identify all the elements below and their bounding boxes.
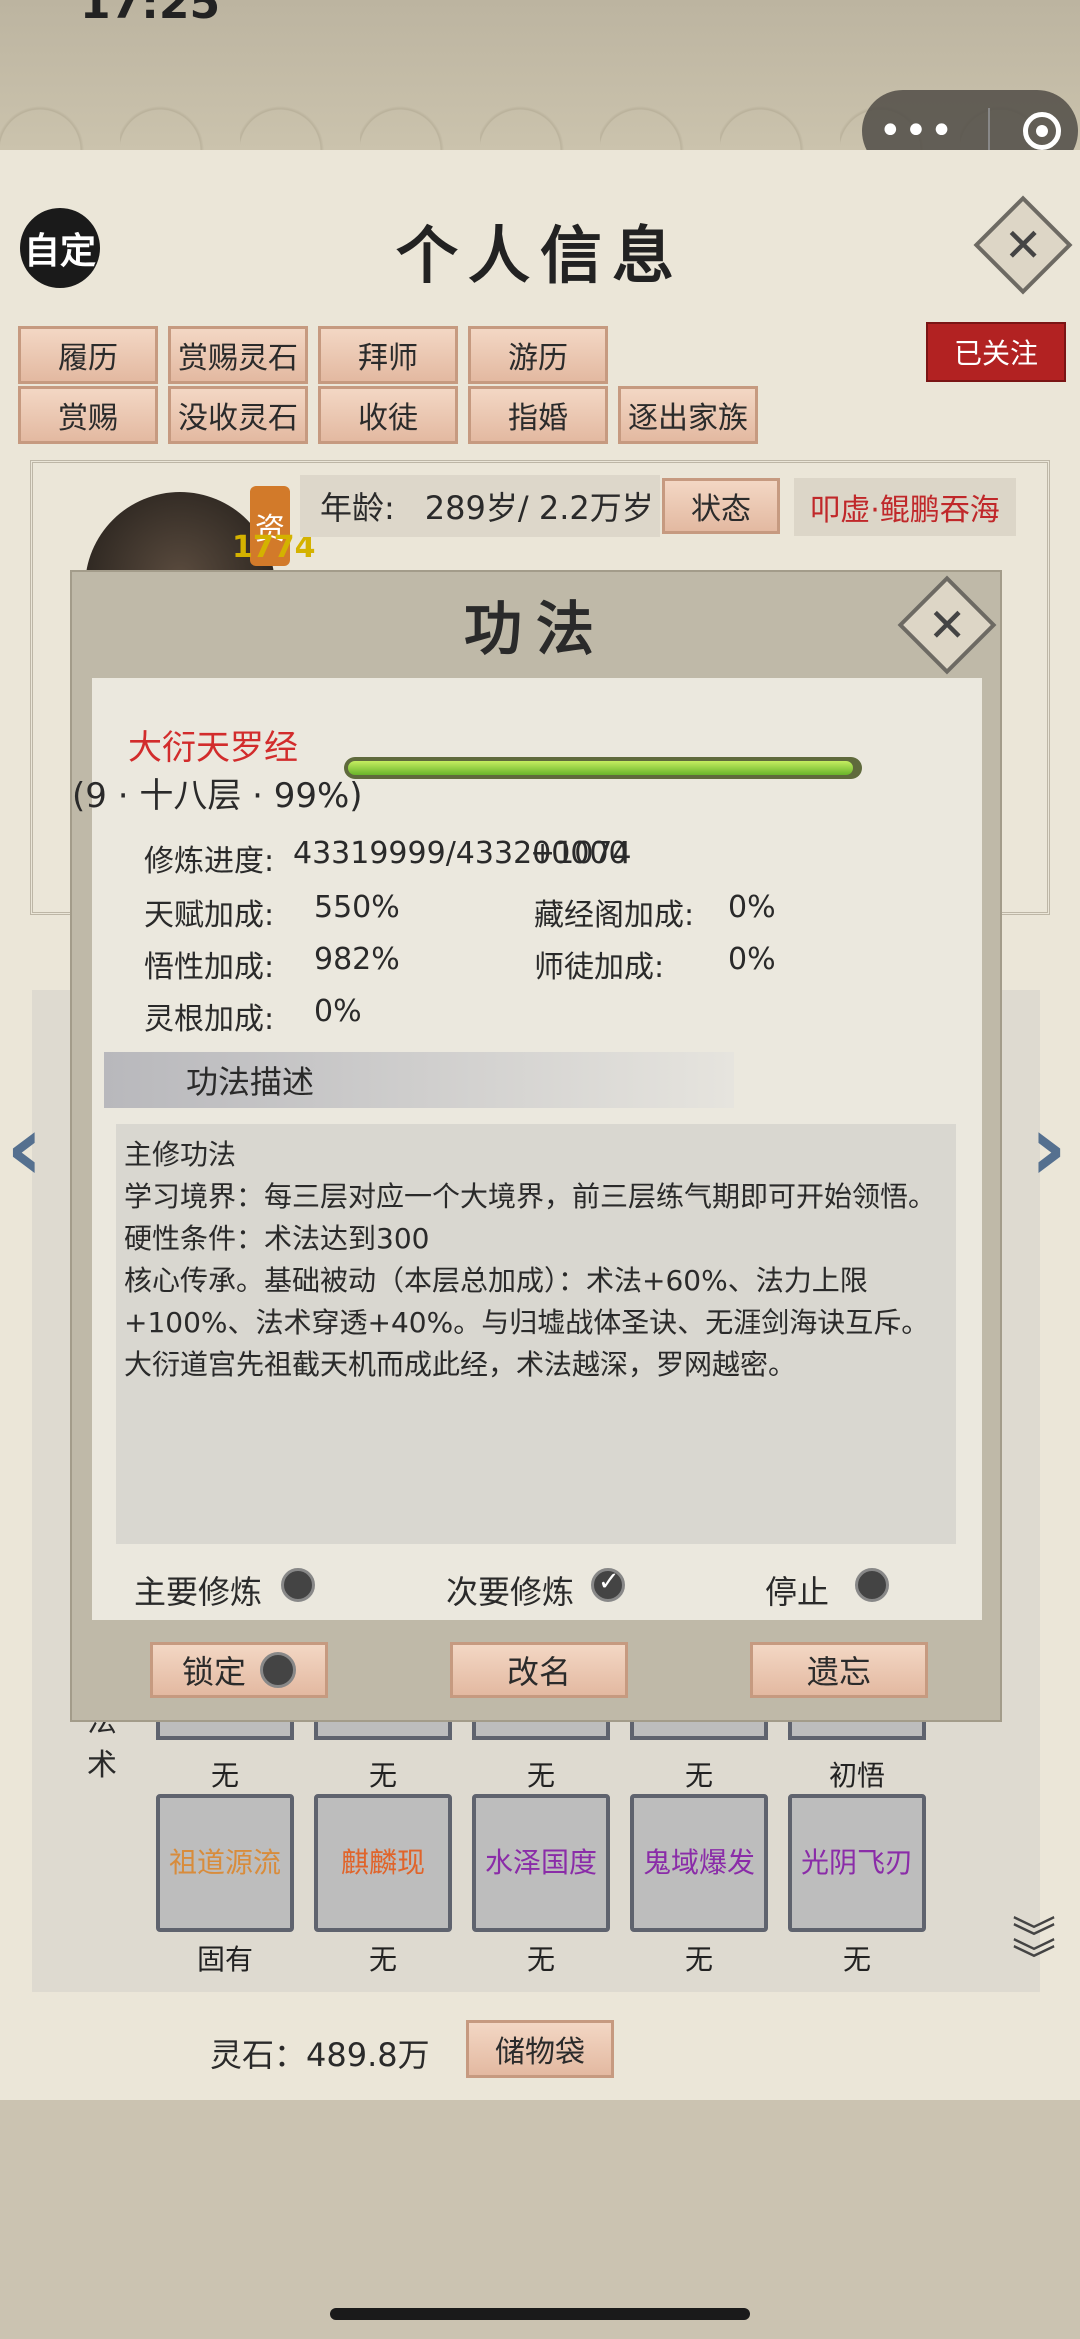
description-text: 主修功法 学习境界：每三层对应一个大境界，前三层练气期即可开始领悟。 硬性条件：… xyxy=(124,1134,952,1386)
spell-tile-top[interactable] xyxy=(314,1720,452,1740)
age-value: 289岁/ 2.2万岁 xyxy=(424,489,654,527)
spell-name: 祖道源流 xyxy=(168,1846,281,1879)
spell-tile-guiyu[interactable]: 鬼域爆发 xyxy=(630,1794,768,1932)
library-value: 0% xyxy=(728,890,776,925)
tag-confiscate-stone[interactable]: 没收灵石 xyxy=(168,386,308,444)
spell-tile-top[interactable] xyxy=(472,1720,610,1740)
tag-reward-stone[interactable]: 赏赐灵石 xyxy=(168,326,308,384)
root-value: 0% xyxy=(314,994,362,1029)
spell-caption: 无 xyxy=(368,1759,397,1792)
spell-caption: 无 xyxy=(684,1943,713,1976)
stop-radio[interactable] xyxy=(855,1568,889,1602)
spell-tile-qilin[interactable]: 麒麟现 xyxy=(314,1794,452,1932)
spell-caption: 初悟 xyxy=(828,1759,885,1792)
spell-tile-guangyin[interactable]: 光阴飞刃 xyxy=(788,1794,926,1932)
page-title: 个人信息 xyxy=(395,219,684,292)
tag-arrange-marriage[interactable]: 指婚 xyxy=(468,386,608,444)
progress-label: 修炼进度: xyxy=(144,844,275,879)
spell-tile-zudao[interactable]: 祖道源流 xyxy=(156,1794,294,1932)
comprehension-value: 982% xyxy=(314,942,400,977)
library-label: 藏经阁加成: xyxy=(534,898,695,933)
skill-name: 大衍天罗经 xyxy=(128,728,298,768)
skill-level: (9 · 十八层 · 99%) xyxy=(72,776,363,816)
close-target-icon[interactable] xyxy=(1023,112,1062,150)
description-line: 硬性条件：术法达到300 xyxy=(124,1222,430,1255)
modal-title: 功法 xyxy=(463,595,608,663)
close-icon: ✕ xyxy=(1003,217,1043,272)
comprehension-label: 悟性加成: xyxy=(144,950,275,985)
rename-button[interactable]: 改名 xyxy=(450,1642,628,1698)
description-header: 功法描述 xyxy=(104,1052,734,1108)
progress-overlap: +1074 xyxy=(530,836,632,871)
description-line: 学习境界：每三层对应一个大境界，前三层练气期即可开始领悟。 xyxy=(124,1180,937,1213)
progress-bar xyxy=(344,757,862,779)
spell-tile-top[interactable] xyxy=(630,1720,768,1740)
spell-caption: 无 xyxy=(842,1943,871,1976)
tag-travel[interactable]: 游历 xyxy=(468,326,608,384)
status-time: 17:25 xyxy=(80,0,221,29)
prev-arrow-icon[interactable]: ‹ xyxy=(6,1096,43,1201)
talent-label: 天赋加成: xyxy=(144,898,275,933)
primary-cultivation-radio[interactable] xyxy=(281,1568,315,1602)
next-arrow-icon[interactable]: › xyxy=(1030,1096,1067,1201)
tag-expel[interactable]: 逐出家族 xyxy=(618,386,758,444)
spell-name: 鬼域爆发 xyxy=(642,1846,755,1879)
spell-name: 光阴飞刃 xyxy=(800,1846,913,1879)
spell-caption: 无 xyxy=(526,1943,555,1976)
spell-caption: 无 xyxy=(684,1759,713,1792)
realm-label[interactable]: 叩虚·鲲鹏吞海 xyxy=(794,478,1016,536)
tag-reward[interactable]: 赏赐 xyxy=(18,386,158,444)
age-label: 年龄: xyxy=(320,489,395,527)
talent-value: 550% xyxy=(314,890,400,925)
spell-caption: 无 xyxy=(526,1759,555,1792)
status-button[interactable]: 状态 xyxy=(662,478,780,534)
spell-caption: 无 xyxy=(210,1759,239,1792)
scroll-down-icon[interactable]: ︾ ︾ xyxy=(1012,1917,1056,1983)
description-line: 核心传承。基础被动（本层总加成）：术法+60%、法力上限+100%、法术穿透+4… xyxy=(124,1264,930,1381)
lock-button[interactable]: 锁定 xyxy=(150,1642,328,1698)
home-indicator[interactable] xyxy=(330,2308,750,2320)
primary-cultivation-label[interactable]: 主要修炼 xyxy=(134,1567,262,1613)
spell-name: 麒麟现 xyxy=(340,1846,425,1879)
spell-caption: 无 xyxy=(368,1943,397,1976)
capsule-divider xyxy=(988,108,991,154)
more-icon[interactable]: ••• xyxy=(879,108,956,154)
secondary-cultivation-radio[interactable] xyxy=(591,1567,625,1602)
root-label: 灵根加成: xyxy=(144,1002,275,1037)
mentor-value: 0% xyxy=(728,942,776,977)
spell-name: 水泽国度 xyxy=(484,1846,597,1879)
footer xyxy=(0,2100,1080,2339)
lock-label: 锁定 xyxy=(181,1653,246,1691)
spell-tile-top[interactable] xyxy=(156,1720,294,1740)
follow-badge[interactable]: 已关注 xyxy=(926,322,1066,382)
spell-tile-shuize[interactable]: 水泽国度 xyxy=(472,1794,610,1932)
tag-apprentice[interactable]: 拜师 xyxy=(318,326,458,384)
secondary-cultivation-label[interactable]: 次要修炼 xyxy=(446,1567,574,1613)
lock-toggle-icon xyxy=(260,1652,296,1688)
storage-bag-button[interactable]: 储物袋 xyxy=(466,2020,614,2078)
progress-fill xyxy=(348,761,853,775)
age-row: 年龄: 289岁/ 2.2万岁 xyxy=(300,475,660,537)
spirit-stone-count: 灵石：489.8万 xyxy=(210,2036,430,2074)
close-icon: ✕ xyxy=(927,597,967,652)
forget-button[interactable]: 遗忘 xyxy=(750,1642,928,1698)
description-line: 主修功法 xyxy=(124,1138,237,1171)
spell-caption: 固有 xyxy=(196,1943,253,1976)
spell-tile-top[interactable] xyxy=(788,1720,926,1740)
mentor-label: 师徒加成: xyxy=(534,950,665,985)
stop-label[interactable]: 停止 xyxy=(765,1567,829,1613)
tag-resume[interactable]: 履历 xyxy=(18,326,158,384)
tag-take-disciple[interactable]: 收徒 xyxy=(318,386,458,444)
